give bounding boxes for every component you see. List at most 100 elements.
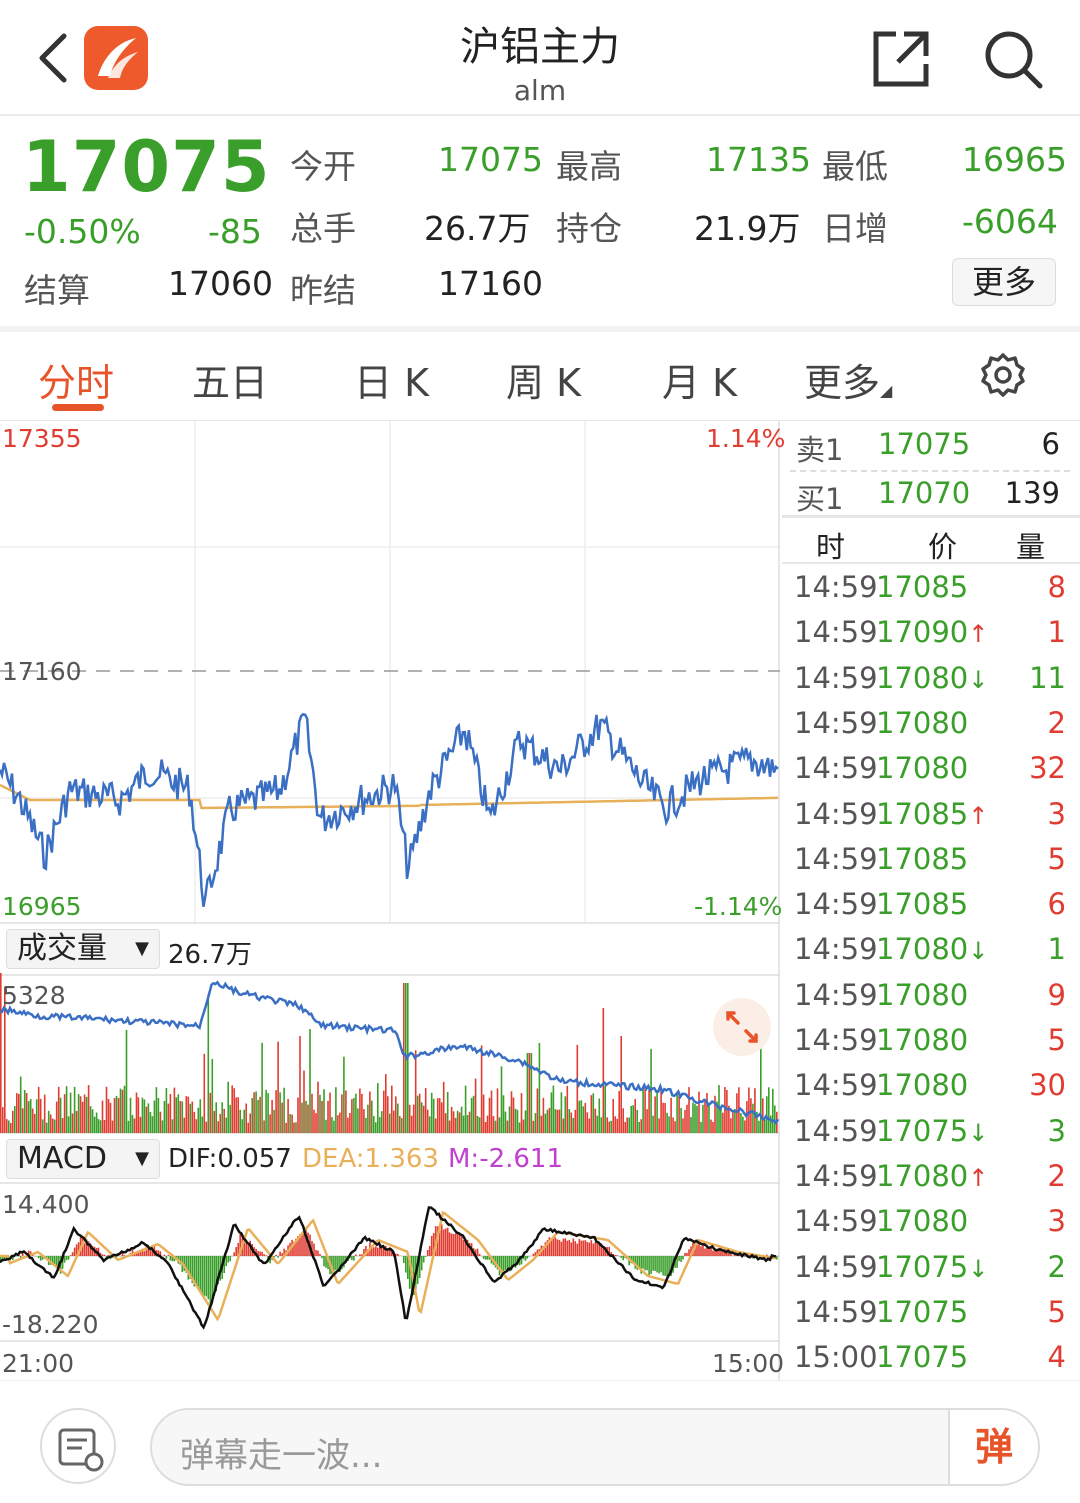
- volume-bar: [468, 1111, 471, 1133]
- volume-bar: [428, 1116, 431, 1133]
- volume-bar: [768, 1087, 770, 1133]
- volume-bar: [750, 1098, 752, 1133]
- macd-bar: [564, 1238, 567, 1256]
- macd-bar: [446, 1227, 449, 1256]
- more-fields-button[interactable]: 更多: [952, 258, 1056, 306]
- volume-bar: [263, 1120, 265, 1133]
- tab-more-label: 更多: [804, 361, 881, 405]
- macd-bar: [486, 1256, 489, 1260]
- volume-bar: [75, 1111, 78, 1133]
- danmu-list-icon[interactable]: [40, 1408, 116, 1484]
- volume-bar: [339, 1112, 341, 1133]
- volume-bar: [764, 1119, 766, 1133]
- open-value: 17075: [438, 140, 543, 179]
- volume-bar: [19, 1076, 22, 1133]
- macd-bar: [424, 1256, 427, 1257]
- macd-bar: [566, 1240, 569, 1256]
- tick-row: 14:59 17080 30: [782, 1068, 1080, 1108]
- macd-bar: [582, 1240, 585, 1256]
- macd-bar: [686, 1252, 688, 1256]
- volume-bar: [247, 1122, 249, 1133]
- volume-bar: [504, 1111, 507, 1133]
- macd-dif-value: DIF:0.057: [168, 1144, 292, 1174]
- macd-bar: [722, 1251, 724, 1256]
- volume-indicator-select[interactable]: 成交量 ▼: [6, 929, 160, 969]
- volume-bar: [446, 1092, 449, 1133]
- macd-indicator-select[interactable]: MACD ▼: [6, 1139, 160, 1179]
- volume-bar: [512, 1097, 515, 1133]
- volume-bar: [353, 1097, 355, 1133]
- macd-bar: [572, 1238, 575, 1256]
- volume-bar: [494, 1120, 497, 1133]
- macd-bar: [403, 1256, 405, 1264]
- volume-bar: [147, 1103, 150, 1133]
- volume-bar: [277, 1041, 279, 1133]
- search-icon[interactable]: [982, 28, 1044, 90]
- tab-more[interactable]: 更多◢: [804, 352, 892, 407]
- ask-volume: 6: [1041, 427, 1060, 461]
- volume-bar: [331, 1117, 333, 1133]
- macd-bar: [187, 1256, 190, 1280]
- volume-bar: [676, 1093, 678, 1133]
- divider: [0, 326, 1080, 332]
- volume-bar: [225, 1117, 227, 1133]
- prev-settle-value: 17160: [438, 264, 543, 303]
- volume-bar: [121, 1089, 124, 1133]
- volume-bar: [696, 1105, 698, 1133]
- volume-bar: [243, 1109, 245, 1133]
- macd-bar: [235, 1247, 237, 1256]
- tab-intraday[interactable]: 分时: [38, 352, 114, 407]
- tab-weekly-k[interactable]: 周 K: [506, 352, 581, 407]
- volume-bar: [337, 1115, 339, 1133]
- volume-bar: [420, 1102, 423, 1133]
- volume-bar: [616, 1118, 618, 1133]
- expand-icon[interactable]: [712, 997, 772, 1057]
- volume-bar: [101, 1100, 104, 1133]
- tick-price: 17085: [876, 570, 969, 604]
- volume-bar: [267, 1093, 269, 1133]
- volume-bar: [548, 1107, 551, 1133]
- tick-time: 14:59: [794, 977, 878, 1012]
- back-arrow-icon[interactable]: [34, 30, 74, 86]
- caret-down-icon: ▼: [135, 938, 149, 959]
- share-icon[interactable]: [870, 28, 932, 90]
- volume-bar: [722, 1112, 724, 1133]
- volume-bar: [576, 1044, 579, 1133]
- macd-bar: [227, 1256, 229, 1263]
- volume-bar: [369, 1091, 371, 1133]
- volume-bar: [604, 1085, 606, 1133]
- tab-daily-k[interactable]: 日 K: [354, 352, 429, 407]
- tab-five-day[interactable]: 五日: [192, 352, 268, 407]
- tick-time: 14:59: [794, 1068, 878, 1103]
- volume-bar: [135, 1092, 138, 1133]
- volume-bar: [305, 1100, 307, 1133]
- tick-volume: 3: [1047, 796, 1066, 831]
- volume-bar: [31, 1108, 34, 1133]
- macd-bar: [482, 1256, 485, 1259]
- volume-bar: [99, 1120, 102, 1133]
- volume-bar: [235, 1097, 237, 1133]
- volume-bar: [39, 1098, 42, 1133]
- volume-bar: [171, 1119, 174, 1133]
- intraday-chart[interactable]: [0, 421, 780, 1381]
- settings-gear-icon[interactable]: [980, 352, 1026, 398]
- volume-bar: [303, 1070, 305, 1133]
- volume-bar: [233, 1088, 235, 1133]
- ask-price: 17075: [878, 427, 971, 461]
- macd-bar: [101, 1254, 104, 1256]
- volume-bar: [516, 1109, 519, 1133]
- tick-row: 14:59 17080 32: [782, 751, 1080, 791]
- macd-bar: [259, 1251, 261, 1256]
- volume-bar: [632, 1105, 634, 1133]
- volume-bar: [29, 1099, 32, 1133]
- volume-bar: [624, 1121, 626, 1133]
- volume-bar: [612, 1099, 614, 1133]
- danmu-send-button[interactable]: 弹: [948, 1410, 1038, 1484]
- tab-monthly-k[interactable]: 月 K: [662, 352, 737, 407]
- macd-bar: [484, 1256, 487, 1260]
- volume-bar: [141, 1097, 144, 1133]
- volume-bar: [363, 1109, 365, 1133]
- macd-axis-min: -18.220: [2, 1310, 99, 1339]
- tick-price: 17075↓: [876, 1113, 989, 1148]
- volume-bar: [758, 1120, 760, 1133]
